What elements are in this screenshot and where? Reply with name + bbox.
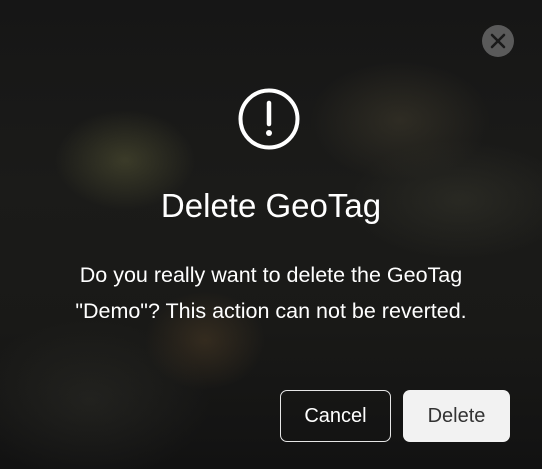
dialog-title: Delete GeoTag xyxy=(160,187,382,224)
dialog-message-line-2: "Demo"? This action can not be reverted. xyxy=(75,299,467,323)
close-button[interactable] xyxy=(482,25,514,57)
close-icon xyxy=(490,33,506,49)
delete-button[interactable]: Delete xyxy=(403,390,510,442)
exclamation-circle-icon xyxy=(238,88,300,150)
cancel-button[interactable]: Cancel xyxy=(280,390,391,442)
dialog-message-line-1: Do you really want to delete the GeoTag xyxy=(79,263,463,287)
delete-geotag-dialog: Delete GeoTag Do you really want to dele… xyxy=(0,0,542,469)
dialog-message: Do you really want to delete the GeoTag … xyxy=(30,257,512,329)
